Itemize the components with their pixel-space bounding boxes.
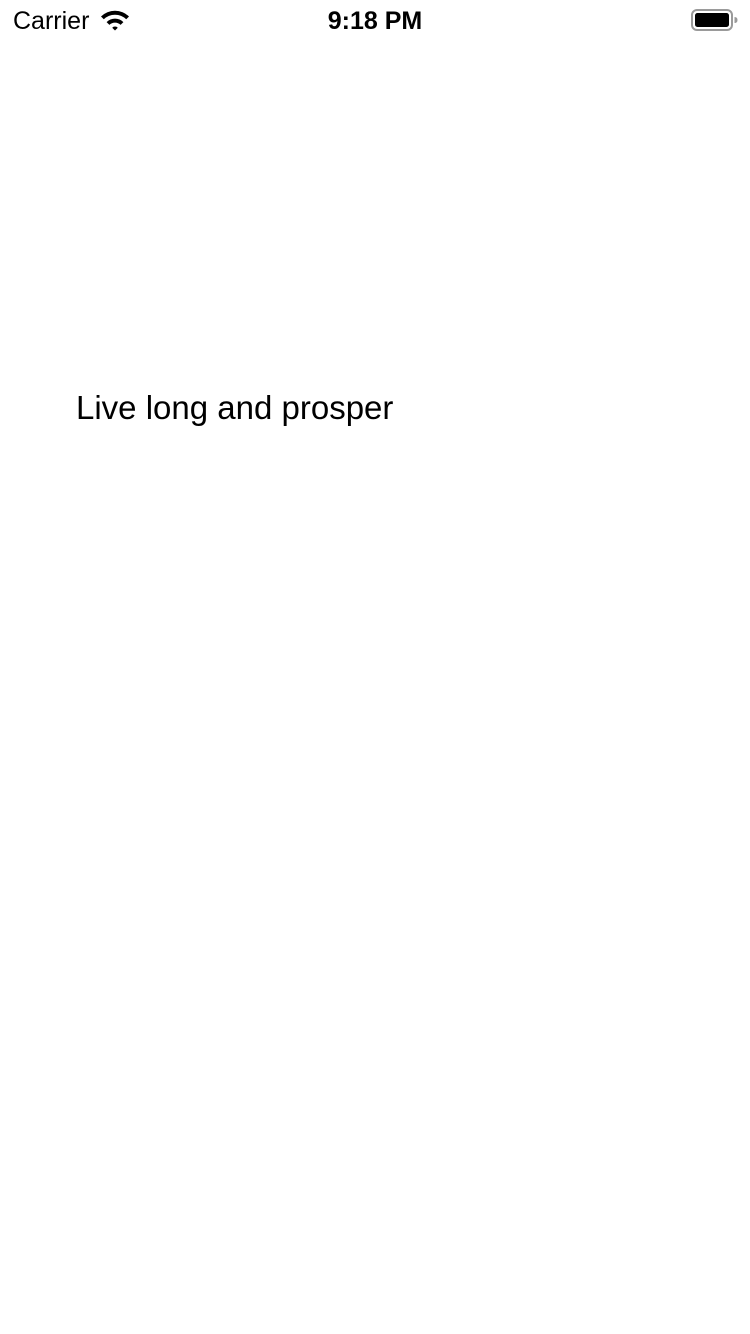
app-screen: Carrier 9:18 PM Live long and prosper	[0, 0, 750, 1334]
main-label: Live long and prosper	[76, 389, 394, 426]
status-bar: Carrier 9:18 PM	[0, 0, 750, 40]
time-label: 9:18 PM	[327, 7, 423, 35]
battery-icon	[691, 8, 739, 32]
